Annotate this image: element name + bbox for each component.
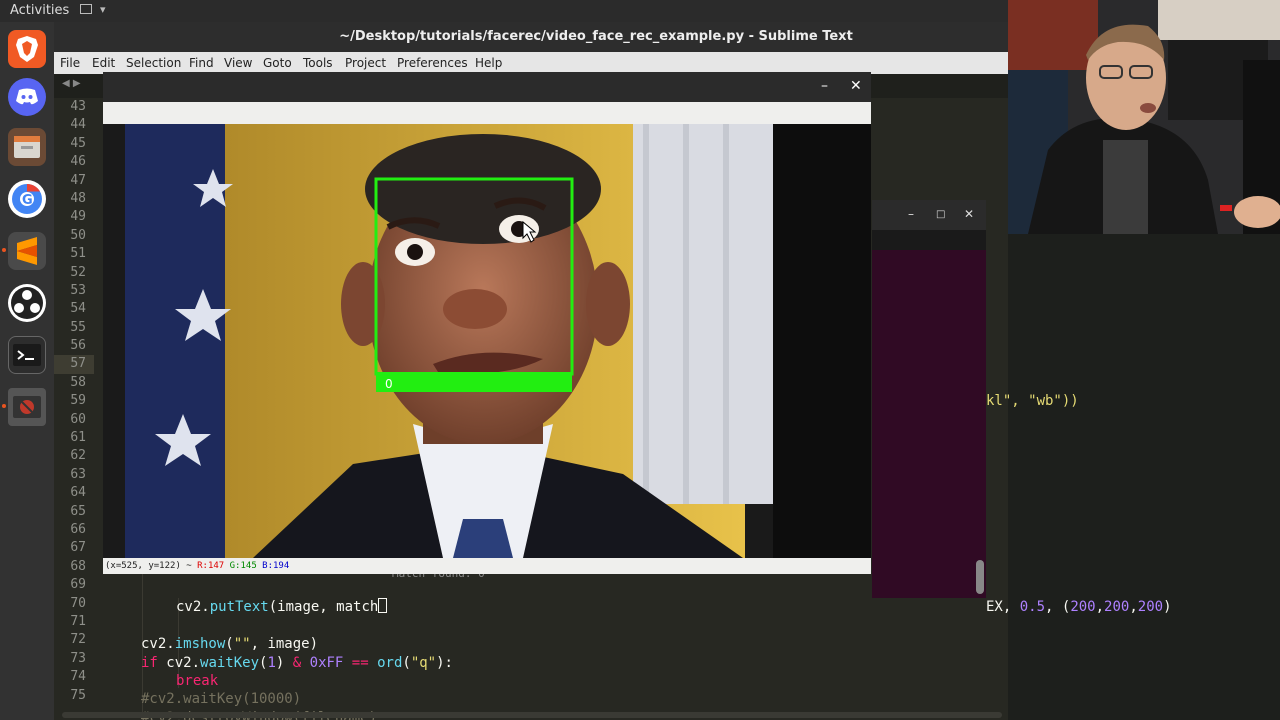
window-menu-icon[interactable] bbox=[80, 4, 92, 14]
menu-edit[interactable]: Edit bbox=[92, 56, 115, 70]
line-number: 43 bbox=[70, 99, 86, 114]
code-fragment: kl", "wb")) bbox=[986, 393, 1079, 409]
frame-toolbar bbox=[103, 102, 871, 124]
frame-titlebar: – ✕ bbox=[103, 72, 871, 102]
face-label-bar bbox=[376, 372, 572, 392]
terminal-icon[interactable] bbox=[8, 336, 46, 374]
terminal-window: – □ ✕ bbox=[872, 200, 986, 598]
brave-browser-icon[interactable] bbox=[8, 30, 46, 68]
pixel-red: R:147 bbox=[197, 561, 225, 571]
terminal-titlebar: – □ ✕ bbox=[872, 200, 986, 230]
line-number: 48 bbox=[70, 190, 86, 206]
screen-recorder-icon[interactable] bbox=[2, 388, 46, 426]
tab-nav-arrows-icon[interactable]: ◀ ▶ bbox=[62, 78, 81, 89]
opencv-frame-window: – ✕ 0 (x=525, y=122) ~ R:147 G:145 B:194 bbox=[103, 72, 871, 574]
line-number: 66 bbox=[70, 521, 86, 537]
code-line-74: #cv2.waitKey(10000) bbox=[141, 691, 302, 707]
discord-icon[interactable] bbox=[8, 78, 46, 116]
menu-goto[interactable]: Goto bbox=[263, 56, 292, 70]
pixel-green: G:145 bbox=[229, 561, 257, 571]
minimize-icon[interactable]: – bbox=[821, 78, 828, 94]
horizontal-scrollbar[interactable] bbox=[62, 712, 1002, 718]
menu-tools[interactable]: Tools bbox=[303, 56, 333, 70]
line-number-gutter: 43 44 45 46 47 48 49 50 51 52 53 54 55 56 57 58 59 60 61 62… bbox=[54, 98, 94, 720]
line-number: 59 bbox=[70, 393, 86, 409]
sublime-text-icon[interactable] bbox=[2, 232, 46, 270]
line-number: 44 bbox=[70, 117, 86, 133]
menu-preferences[interactable]: Preferences bbox=[397, 56, 468, 70]
line-number: 68 bbox=[70, 558, 86, 574]
webcam-image bbox=[1008, 0, 1280, 234]
line-number: 65 bbox=[70, 503, 86, 519]
line-number: 45 bbox=[70, 135, 86, 151]
top-bar: Activities ▾ bbox=[0, 0, 1008, 22]
line-number: 46 bbox=[70, 154, 86, 170]
line-number: 72 bbox=[70, 632, 86, 648]
line-number: 52 bbox=[70, 264, 86, 280]
code-line-69-tail: EX, 0.5, (200,200,200) bbox=[986, 599, 1172, 615]
menu-help[interactable]: Help bbox=[475, 56, 502, 70]
line-number: 56 bbox=[70, 338, 86, 354]
pixel-position: (x=525, y=122) ~ bbox=[105, 561, 192, 571]
code-line-72: if cv2.waitKey(1) & 0xFF == ord("q"): bbox=[141, 655, 453, 671]
menu-view[interactable]: View bbox=[224, 56, 252, 70]
code-line-69: cv2.putText(image, match bbox=[176, 598, 388, 616]
google-chrome-icon[interactable]: G bbox=[8, 180, 46, 218]
line-number: 58 bbox=[70, 374, 86, 390]
svg-text:G: G bbox=[22, 193, 33, 208]
webcam-overlay bbox=[1008, 0, 1280, 234]
line-number: 50 bbox=[70, 227, 86, 243]
terminal-menu-bar bbox=[872, 230, 986, 250]
line-number: 69 bbox=[70, 577, 86, 593]
minimize-icon[interactable]: – bbox=[908, 207, 914, 221]
line-number: 47 bbox=[70, 172, 86, 188]
line-number: 49 bbox=[70, 209, 86, 225]
line-number: 53 bbox=[70, 282, 86, 298]
desktop: Activities ▾ G ~/Desktop/tutorials/facer… bbox=[0, 0, 1280, 720]
line-number: 54 bbox=[70, 301, 86, 317]
maximize-icon[interactable]: □ bbox=[936, 209, 945, 220]
line-number: 73 bbox=[70, 650, 86, 666]
line-number: 64 bbox=[70, 485, 86, 501]
line-number: 61 bbox=[70, 430, 86, 446]
menu-project[interactable]: Project bbox=[345, 56, 386, 70]
line-number: 71 bbox=[70, 613, 86, 629]
menu-selection[interactable]: Selection bbox=[126, 56, 181, 70]
terminal-scrollbar[interactable] bbox=[976, 560, 984, 594]
close-icon[interactable]: ✕ bbox=[964, 207, 974, 221]
frame-status-bar: (x=525, y=122) ~ R:147 G:145 B:194 bbox=[103, 558, 871, 574]
text-cursor bbox=[378, 598, 388, 613]
activities-button[interactable]: Activities bbox=[10, 3, 69, 18]
video-image: 0 bbox=[103, 124, 871, 558]
line-number: 60 bbox=[70, 411, 86, 427]
code-line-71: cv2.imshow("", image) bbox=[141, 636, 319, 652]
video-frame[interactable]: 0 bbox=[103, 124, 871, 558]
menu-find[interactable]: Find bbox=[189, 56, 214, 70]
chevron-down-icon[interactable]: ▾ bbox=[100, 3, 106, 16]
line-number: 67 bbox=[70, 540, 86, 556]
line-number: 62 bbox=[70, 448, 86, 464]
files-icon[interactable] bbox=[8, 128, 46, 166]
obs-icon[interactable] bbox=[8, 284, 46, 322]
menu-file[interactable]: File bbox=[60, 56, 80, 70]
line-number: 55 bbox=[70, 319, 86, 335]
window-title: ~/Desktop/tutorials/facerec/video_face_r… bbox=[54, 22, 1008, 52]
menu-bar: File Edit Selection Find View Goto Tools… bbox=[54, 52, 1008, 74]
line-number: 75 bbox=[70, 687, 86, 703]
terminal-body[interactable] bbox=[872, 230, 986, 598]
pixel-blue: B:194 bbox=[262, 561, 290, 571]
dock: G bbox=[0, 22, 54, 720]
line-number: 74 bbox=[70, 669, 86, 685]
close-icon[interactable]: ✕ bbox=[850, 78, 862, 94]
line-number: 51 bbox=[70, 246, 86, 262]
line-number: 57 bbox=[54, 355, 94, 374]
line-number: 63 bbox=[70, 466, 86, 482]
face-label-text: 0 bbox=[385, 377, 393, 391]
line-number: 70 bbox=[70, 595, 86, 611]
code-line-73: break bbox=[176, 673, 219, 689]
